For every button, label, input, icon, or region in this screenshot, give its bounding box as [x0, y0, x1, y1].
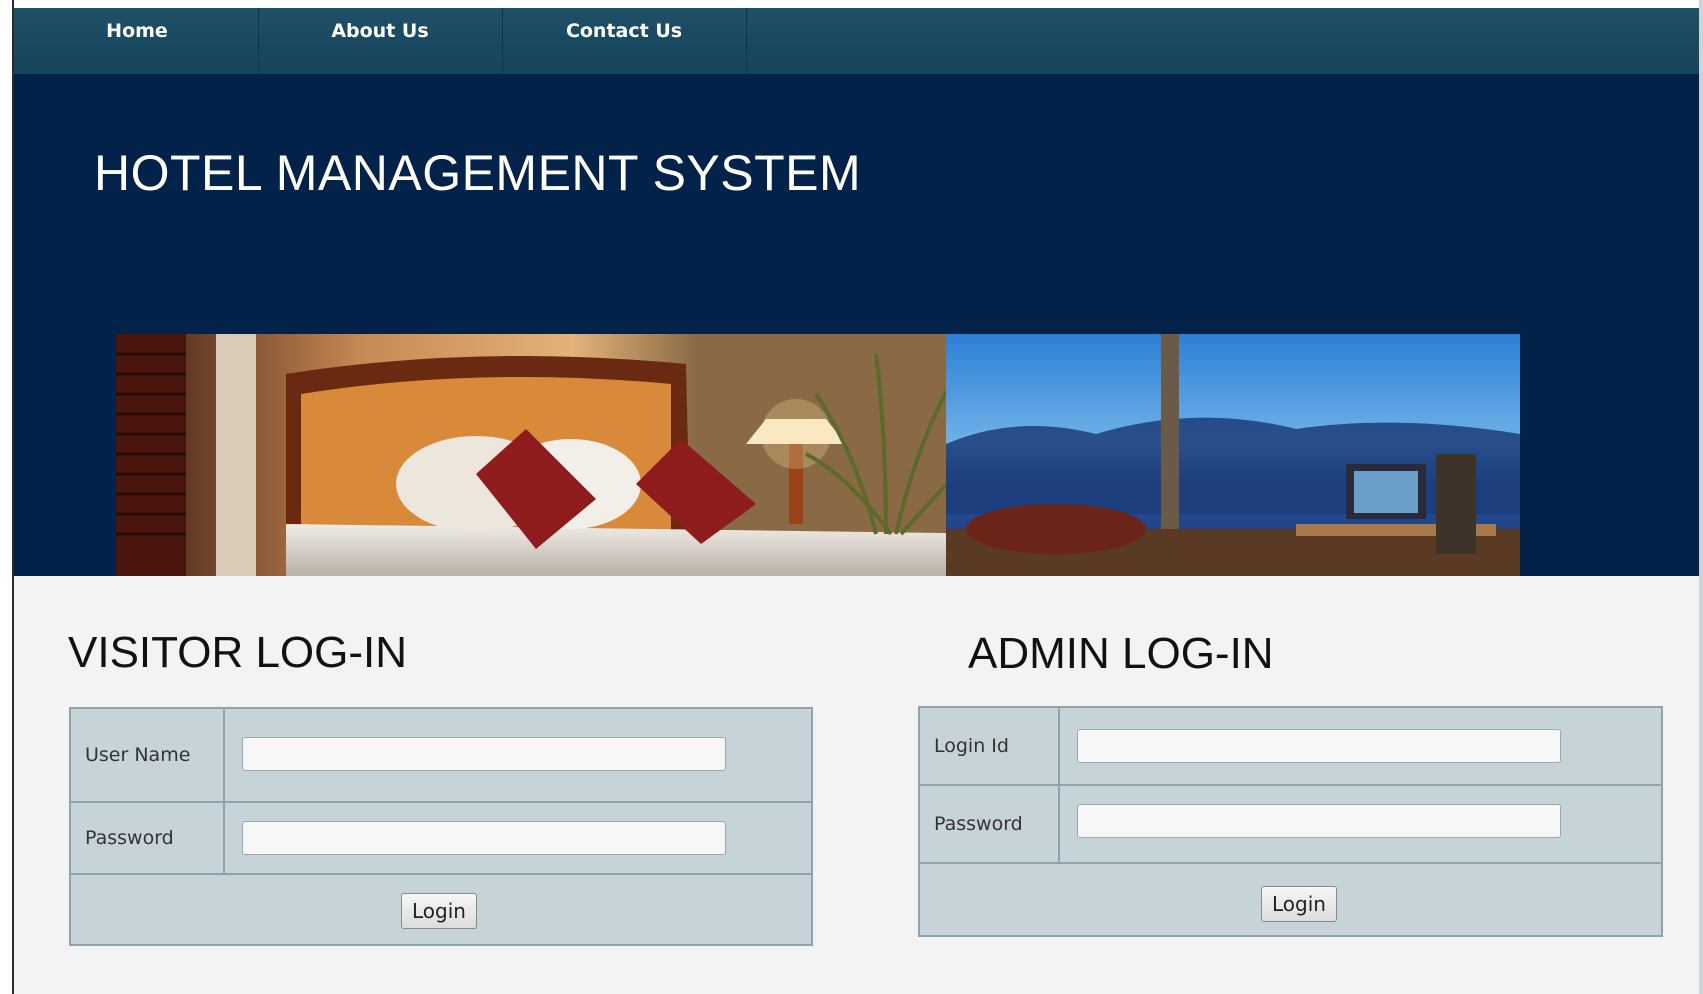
- visitor-username-label: User Name: [71, 709, 225, 801]
- nav-contact-us-label: Contact Us: [565, 20, 683, 42]
- page: Home About Us Contact Us HOTEL MANAGEMEN…: [14, 8, 1699, 994]
- admin-password-label: Password: [920, 786, 1060, 862]
- nav-home[interactable]: Home: [14, 8, 259, 74]
- visitor-login-button[interactable]: Login: [401, 893, 477, 929]
- window-left-edge: [0, 0, 14, 994]
- admin-password-input[interactable]: [1077, 804, 1561, 838]
- nav-contact-us[interactable]: Contact Us: [502, 8, 747, 74]
- visitor-password-input[interactable]: [242, 821, 726, 855]
- nav-about-us[interactable]: About Us: [258, 8, 503, 74]
- admin-login-id-row: Login Id: [920, 708, 1661, 786]
- admin-login-button[interactable]: Login: [1261, 886, 1337, 922]
- visitor-password-row: Password: [71, 803, 811, 875]
- top-navbar: Home About Us Contact Us: [14, 8, 1699, 74]
- site-title: HOTEL MANAGEMENT SYSTEM: [94, 145, 862, 201]
- visitor-login-heading: VISITOR LOG-IN: [68, 628, 408, 677]
- visitor-login-form: User Name Password Login: [69, 707, 813, 946]
- visitor-password-label: Password: [71, 803, 225, 873]
- admin-login-id-label: Login Id: [920, 708, 1060, 784]
- nav-about-us-label: About Us: [331, 20, 429, 42]
- admin-login-id-input[interactable]: [1077, 729, 1561, 763]
- admin-password-row: Password: [920, 786, 1661, 864]
- visitor-username-input[interactable]: [242, 737, 726, 771]
- window-right-edge: [1699, 0, 1703, 994]
- hotel-room-photo: [116, 334, 1520, 576]
- nav-home-label: Home: [106, 20, 168, 42]
- visitor-username-row: User Name: [71, 709, 811, 803]
- header-banner: HOTEL MANAGEMENT SYSTEM: [14, 74, 1699, 576]
- admin-login-heading: ADMIN LOG-IN: [968, 629, 1274, 678]
- admin-login-form: Login Id Password Login: [918, 706, 1663, 937]
